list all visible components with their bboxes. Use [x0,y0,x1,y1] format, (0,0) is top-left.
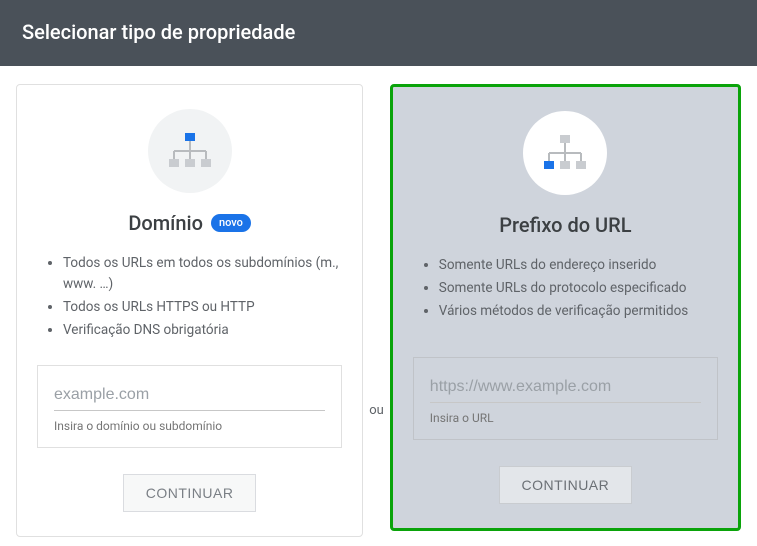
domain-feature-list: Todos os URLs em todos os subdomínios (m… [37,253,342,343]
domain-card-title: Domínio [128,211,203,235]
domain-input-helper: Insira o domínio ou subdomínio [54,419,325,433]
list-item: Somente URLs do protocolo especificado [439,278,718,299]
prefix-input-helper: Insira o URL [430,411,701,425]
domain-badge-new: novo [211,214,251,232]
content-row: Domínio novo Todos os URLs em todos os s… [0,66,757,537]
domain-card-title-row: Domínio novo [128,211,251,235]
list-item: Todos os URLs em todos os subdomínios (m… [63,253,342,295]
prefix-feature-list: Somente URLs do endereço inserido Soment… [413,255,718,335]
domain-input[interactable] [54,382,325,411]
domain-continue-button[interactable]: CONTINUAR [123,474,257,512]
domain-input-wrap: Insira o domínio ou subdomínio [37,365,342,448]
dialog-title: Selecionar tipo de propriedade [22,20,295,44]
dialog-header: Selecionar tipo de propriedade [0,0,757,66]
list-item: Somente URLs do endereço inserido [439,255,718,276]
prefix-input-wrap: Insira o URL [413,357,718,440]
prefix-continue-button[interactable]: CONTINUAR [499,466,633,504]
domain-sitemap-icon [148,109,232,193]
prefix-input[interactable] [430,374,701,403]
list-item: Verificação DNS obrigatória [63,320,342,341]
list-item: Todos os URLs HTTPS ou HTTP [63,297,342,318]
prefix-sitemap-icon [523,111,607,195]
card-domain[interactable]: Domínio novo Todos os URLs em todos os s… [16,84,363,537]
prefix-card-title-row: Prefixo do URL [499,213,631,237]
list-item: Vários métodos de verificação permitidos [439,301,718,322]
card-url-prefix[interactable]: Prefixo do URL Somente URLs do endereço … [390,84,741,531]
prefix-card-title: Prefixo do URL [499,213,631,237]
or-separator: ou [363,403,390,418]
